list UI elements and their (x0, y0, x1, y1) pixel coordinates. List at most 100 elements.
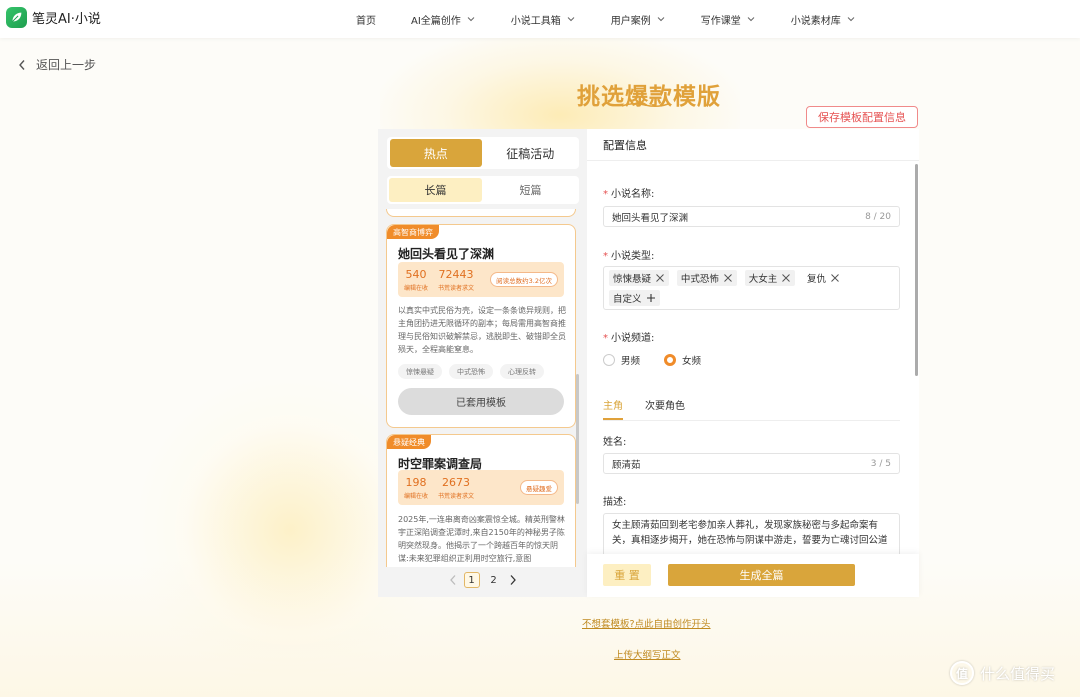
page-1[interactable]: 1 (463, 572, 480, 588)
watermark-text: 什么值得买 (980, 664, 1056, 683)
config-panel: 配置信息 * 小说名称: 她回头看见了深渊 8 / 20 * 小说类型: 惊悚悬疑 … (587, 129, 919, 597)
stat-number: 198 (405, 475, 427, 489)
nav-label: 写作课堂 (700, 15, 741, 27)
nav-item-materials[interactable]: 小说素材库 (791, 12, 856, 27)
close-icon[interactable] (723, 273, 733, 283)
brand-name: 笔灵AI·小说 (32, 12, 101, 27)
stat-badge: 阅读总数约3.2亿次 (490, 272, 558, 287)
novel-type-label: * 小说类型: (603, 251, 655, 262)
stat-number: 72443 (438, 267, 474, 281)
free-create-link[interactable]: 不想套模板?点此自由创作开头 (582, 616, 711, 630)
card-description: 以真实中式民俗为壳，设定一条条诡异规则，把主角团扔进无限循环的副本；每局需用高智… (398, 306, 566, 354)
stat-readers: 2673 书荒读者求文 (438, 476, 474, 500)
radio-male[interactable]: 男频 (603, 353, 640, 367)
stat-label: 编辑在收 (404, 284, 429, 292)
nav-item-home[interactable]: 首页 (356, 12, 376, 27)
upload-outline-link[interactable]: 上传大纲写正文 (614, 647, 681, 661)
tab-secondary[interactable]: 次要角色 (645, 397, 685, 412)
template-card[interactable]: 悬疑经典 时空罪案调查局 198 编辑在收 2673 书荒读者求文 悬疑趣爱 2… (386, 434, 576, 567)
char-count: 8 / 20 (865, 211, 891, 222)
page-2[interactable]: 2 (486, 572, 502, 588)
chevron-left-icon[interactable] (448, 574, 458, 586)
card-description: 2025年,一连串离奇凶案震惊全城。精英刑警林宇正深陷调查泥潭时,来自2150年… (398, 515, 565, 563)
card-tag: 悬疑经典 (387, 435, 431, 449)
novel-name-value: 她回头看见了深渊 (612, 212, 689, 224)
stat-number: 540 (405, 267, 427, 281)
template-list-panel: 热点 征稿活动 长篇 短篇 高智商博弈 她回头看见了深渊 540 编辑在收 72… (378, 129, 587, 597)
nav-item-toolbox[interactable]: 小说工具箱 (511, 12, 576, 27)
category-tabs: 热点 征稿活动 (387, 137, 579, 169)
template-list: 高智商博弈 她回头看见了深渊 540 编辑在收 72443 书荒读者求文 阅读总… (378, 209, 587, 567)
watermark: 值 什么值得买 (950, 661, 1055, 685)
radio-dot (664, 354, 677, 366)
nav-label: 小说素材库 (790, 15, 841, 27)
type-chip: 惊悚悬疑 (609, 270, 670, 286)
stat-label: 书荒读者求文 (438, 284, 475, 292)
reset-button[interactable]: 重 置 (603, 564, 651, 586)
template-card[interactable]: 高智商博弈 她回头看见了深渊 540 编辑在收 72443 书荒读者求文 阅读总… (386, 224, 576, 428)
type-chip: 大女主 (744, 270, 796, 286)
nav-item-classroom[interactable]: 写作课堂 (701, 12, 756, 27)
applied-template-button[interactable]: 已套用模板 (398, 388, 564, 415)
type-chip: 复仇 (803, 270, 845, 286)
nav-label: AI全篇创作 (411, 15, 461, 27)
nav-item-cases[interactable]: 用户案例 (611, 12, 666, 27)
chevron-left-icon (19, 59, 25, 70)
stat-badge: 悬疑趣爱 (520, 480, 558, 495)
top-nav: 笔灵AI·小说 首页 AI全篇创作 小说工具箱 用户案例 写作课堂 小说素材库 (0, 0, 1080, 38)
tab-contest[interactable]: 征稿活动 (485, 139, 577, 167)
novel-name-label: * 小说名称: (603, 189, 655, 200)
channel-label: * 小说频道: (603, 333, 655, 344)
stat-editors: 198 编辑在收 (404, 476, 428, 500)
name-label: 姓名: (603, 437, 627, 448)
channel-radio-group: 男频 女频 (603, 353, 701, 367)
save-template-config-button[interactable]: 保存模板配置信息 (806, 106, 918, 128)
card-title: 她回头看见了深渊 (398, 247, 495, 261)
custom-type-chip[interactable]: 自定义 (609, 290, 660, 306)
list-scrollbar[interactable] (576, 374, 579, 504)
stat-label: 书荒读者求文 (438, 492, 475, 500)
main-nav: 首页 AI全篇创作 小说工具箱 用户案例 写作课堂 小说素材库 (356, 0, 891, 38)
novel-name-input[interactable]: 她回头看见了深渊 8 / 20 (603, 206, 900, 227)
chevron-down-icon (567, 17, 575, 22)
stat-readers: 72443 书荒读者求文 (438, 268, 474, 292)
tab-hot[interactable]: 热点 (390, 139, 482, 167)
radio-dot (603, 354, 615, 366)
stat-label: 编辑在收 (404, 492, 429, 500)
divider (603, 420, 900, 421)
genre-tag: 中式恐怖 (449, 364, 493, 379)
tab-short[interactable]: 短篇 (484, 178, 577, 202)
novel-type-select[interactable]: 惊悚悬疑 中式恐怖 大女主 复仇 自定义 (603, 266, 900, 310)
nav-item-ai-create[interactable]: AI全篇创作 (411, 12, 476, 27)
watermark-logo: 值 (950, 661, 974, 685)
nav-label: 小说工具箱 (510, 15, 561, 27)
brand-logo[interactable]: 笔灵AI·小说 (6, 7, 101, 28)
char-count: 3 / 5 (870, 458, 891, 469)
genre-tag: 心理反转 (500, 364, 544, 379)
chevron-down-icon (467, 17, 475, 22)
character-description-textarea[interactable]: 女主顾清茹回到老宅参加亲人葬礼，发现家族秘密与多起命案有关，真相逐步揭开，她在恐… (603, 513, 900, 557)
character-name-input[interactable]: 顾清茹 3 / 5 (603, 453, 900, 474)
config-header: 配置信息 (587, 129, 919, 161)
tab-protagonist[interactable]: 主角 (603, 397, 623, 420)
stat-editors: 540 编辑在收 (404, 268, 428, 292)
tab-long[interactable]: 长篇 (389, 178, 482, 202)
radio-female[interactable]: 女频 (664, 353, 701, 367)
generate-full-button[interactable]: 生成全篇 (668, 564, 855, 586)
character-name-value: 顾清茹 (612, 459, 641, 471)
back-link[interactable]: 返回上一步 (18, 56, 96, 73)
close-icon[interactable] (830, 273, 840, 283)
chevron-right-icon[interactable] (508, 574, 518, 586)
template-card[interactable] (386, 209, 576, 217)
close-icon[interactable] (781, 273, 791, 283)
close-icon[interactable] (655, 273, 665, 283)
plus-icon (646, 294, 655, 302)
pagination: 1 2 (378, 569, 587, 591)
card-stats: 540 编辑在收 72443 书荒读者求文 阅读总数约3.2亿次 (398, 262, 564, 297)
genre-tag: 惊悚悬疑 (398, 364, 442, 379)
stat-number: 2673 (442, 475, 471, 489)
config-scrollbar[interactable] (915, 164, 918, 376)
card-stats: 198 编辑在收 2673 书荒读者求文 悬疑趣爱 (398, 470, 564, 505)
type-chip: 中式恐怖 (676, 270, 737, 286)
title-underline-decoration (621, 102, 669, 108)
